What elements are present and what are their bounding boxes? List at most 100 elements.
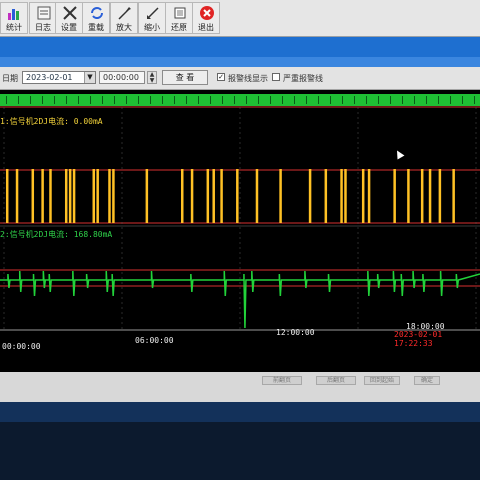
status-strip (0, 94, 480, 106)
taskbar (0, 402, 480, 422)
time-input[interactable]: 00:00:00 (99, 71, 145, 84)
time-spinner[interactable]: ▲ ▼ (147, 71, 157, 84)
date-label: 日期 (2, 74, 18, 83)
top-series-pulse (41, 169, 44, 223)
status-strip-tick (426, 96, 427, 104)
top-series-pulse (428, 169, 432, 223)
top-series-pulse (308, 169, 312, 223)
top-series-pulse (72, 169, 76, 223)
bottom-chart-title: 2:信号机2DJ电流: 168.80mA (0, 230, 113, 239)
top-chart-title: 1:信号机2DJ电流: 0.00mA (0, 117, 103, 126)
monitor-panel: 1:信号机2DJ电流: 0.00mA 2:信号机2DJ电流: 168.80mA … (0, 90, 480, 372)
filter-bar: 日期 2023-02-01 ▼ 00:00:00 ▲ ▼ 查 看 ✓ 报警线显示 … (0, 67, 480, 90)
status-strip-tick (78, 96, 79, 104)
top-series-pulse (438, 169, 442, 223)
top-series-pulse (15, 169, 19, 223)
status-strip-tick (330, 96, 331, 104)
status-strip-tick (162, 96, 163, 104)
footer-bar: 前翻页 后翻页 回到起始 确定 (0, 372, 480, 402)
status-strip-tick (90, 96, 91, 104)
status-strip-tick (174, 96, 175, 104)
status-strip-tick (294, 96, 295, 104)
status-strip-tick (450, 96, 451, 104)
status-strip-tick (150, 96, 151, 104)
severe-alarm-label: 严重报警线 (283, 74, 323, 83)
top-series-pulse (407, 169, 410, 223)
settings-label: 设置 (61, 23, 77, 32)
status-strip-tick (270, 96, 271, 104)
status-strip-tick (66, 96, 67, 104)
status-strip-tick (342, 96, 343, 104)
severe-alarm-checkbox[interactable] (272, 73, 280, 81)
settings-button[interactable]: 设置 (55, 2, 83, 34)
top-series-pulse (344, 169, 347, 223)
confirm-button[interactable]: 确定 (414, 376, 440, 385)
status-strip-tick (198, 96, 199, 104)
top-series-pulse (212, 169, 215, 223)
status-strip-tick (234, 96, 235, 104)
status-strip-tick (54, 96, 55, 104)
time-value: 00:00:00 (103, 73, 139, 82)
reload-label: 重载 (88, 23, 104, 32)
status-strip-tick (438, 96, 439, 104)
zoom-out-icon (147, 7, 159, 19)
zoom-out-button[interactable]: 缩小 (138, 2, 166, 34)
chevron-down-icon[interactable]: ▼ (84, 72, 95, 83)
status-strip-tick (474, 96, 475, 104)
top-series-pulse (324, 169, 328, 223)
zoom-in-icon (118, 7, 131, 20)
log-icon (37, 6, 51, 20)
statistics-label: 统计 (6, 23, 22, 32)
log-label: 日志 (35, 23, 51, 32)
reload-button[interactable]: 重载 (82, 2, 110, 34)
top-series-pulse (145, 169, 149, 223)
top-series-pulse (279, 169, 282, 223)
status-strip-tick (282, 96, 283, 104)
status-strip-tick (186, 96, 187, 104)
app-window: 统计 日志 设置 重载 放大 缩小 还原 退出 日期 2023-02-01 ▼ … (0, 0, 480, 480)
title-bar (0, 57, 480, 67)
restore-button[interactable]: 还原 (165, 2, 193, 34)
top-series-pulse (420, 169, 424, 223)
zoom-in-button[interactable]: 放大 (110, 2, 138, 34)
top-series-pulse (31, 169, 35, 223)
window-backdrop (0, 37, 480, 57)
status-strip-tick (18, 96, 19, 104)
exit-button[interactable]: 退出 (192, 2, 220, 34)
status-strip-tick (390, 96, 391, 104)
top-series-pulse (255, 169, 259, 223)
x-tick-label: 06:00:00 (135, 336, 174, 345)
status-strip-tick (306, 96, 307, 104)
top-series-pulse (96, 169, 99, 223)
alarm-line-checkbox[interactable]: ✓ (217, 73, 225, 81)
prev-page-button[interactable]: 前翻页 (262, 376, 302, 385)
status-strip-tick (126, 96, 127, 104)
top-series-pulse (92, 169, 95, 223)
top-series-pulse (393, 169, 396, 223)
top-series-pulse (206, 169, 210, 223)
status-strip-tick (246, 96, 247, 104)
timestamp: 2023-02-01 17:22:33 (394, 330, 443, 348)
reload-icon (91, 7, 103, 19)
status-strip-tick (318, 96, 319, 104)
toolbar: 统计 日志 设置 重载 放大 缩小 还原 退出 (0, 0, 480, 37)
status-strip-tick (210, 96, 211, 104)
status-strip-tick (222, 96, 223, 104)
date-picker[interactable]: 2023-02-01 ▼ (22, 71, 96, 84)
status-strip-tick (378, 96, 379, 104)
log-button[interactable]: 日志 (29, 2, 57, 34)
top-series-pulse (236, 169, 239, 223)
status-strip-tick (462, 96, 463, 104)
top-series-pulse (108, 169, 111, 223)
alarm-line-label: 报警线显示 (228, 74, 268, 83)
status-strip-tick (114, 96, 115, 104)
status-strip-tick (354, 96, 355, 104)
statistics-button[interactable]: 统计 (0, 2, 28, 34)
status-strip-tick (414, 96, 415, 104)
back-to-start-button[interactable]: 回到起始 (364, 376, 400, 385)
next-page-button[interactable]: 后翻页 (316, 376, 356, 385)
exit-label: 退出 (198, 23, 214, 32)
query-button[interactable]: 查 看 (162, 70, 208, 85)
top-series-pulse (5, 169, 9, 223)
restore-label: 还原 (171, 23, 187, 32)
